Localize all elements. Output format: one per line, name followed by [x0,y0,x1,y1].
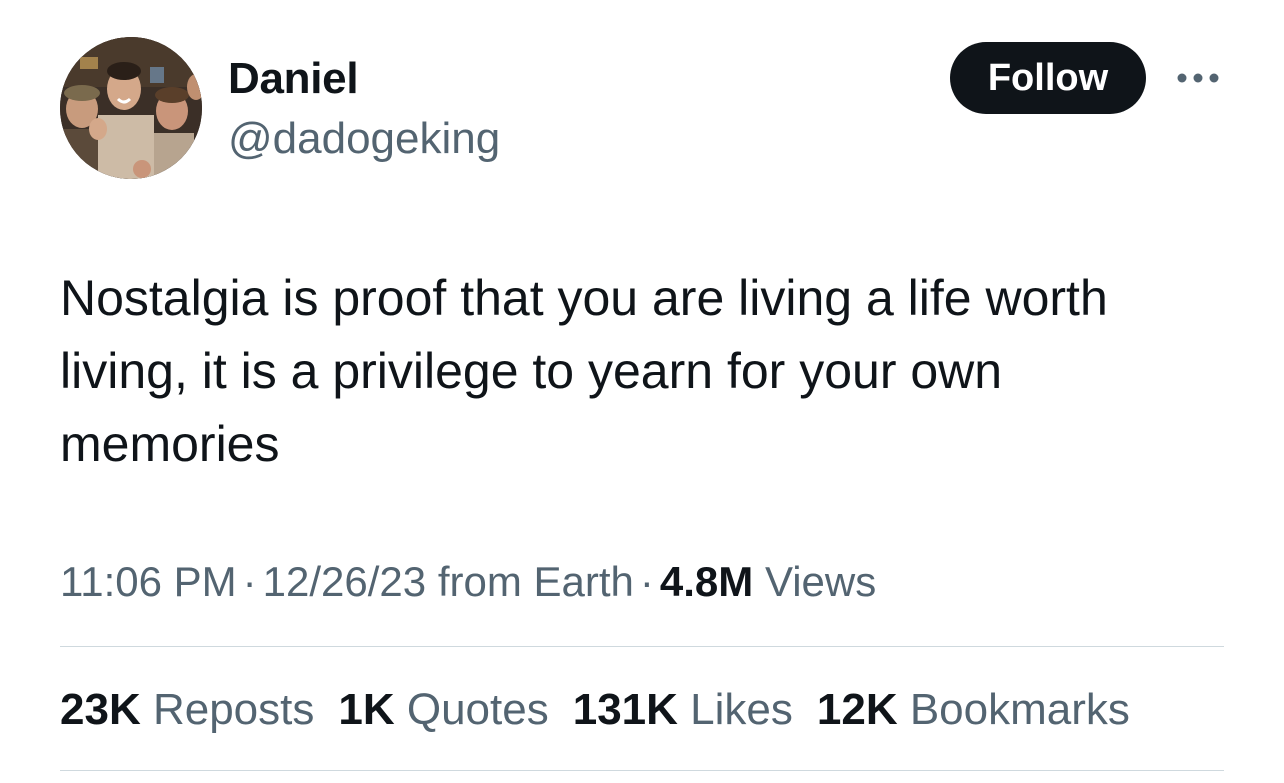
more-options-button[interactable] [1170,58,1226,98]
ellipsis-icon [1177,73,1219,83]
stat-count: 131K [572,685,678,734]
author-name[interactable]: Daniel [228,53,359,105]
stat-count: 23K [60,685,141,734]
stat-reposts[interactable]: 23K Reposts [60,684,314,736]
engagement-stats: 23K Reposts 1K Quotes 131K Likes 12K Boo… [60,684,1154,736]
tweet-source: from Earth [437,558,634,605]
meta-separator: · [639,558,654,605]
stat-bookmarks[interactable]: 12K Bookmarks [817,684,1130,736]
stat-likes[interactable]: 131K Likes [573,684,793,736]
avatar[interactable] [60,37,202,179]
divider [60,646,1224,647]
stat-label: Bookmarks [909,685,1130,734]
views-label: Views [764,558,877,605]
divider [60,770,1224,771]
avatar-photo [60,37,202,179]
stat-quotes[interactable]: 1K Quotes [338,684,548,736]
follow-button[interactable]: Follow [950,42,1146,114]
tweet-time[interactable]: 11:06 PM [60,558,237,605]
stat-count: 12K [816,685,898,734]
tweet-text: Nostalgia is proof that you are living a… [60,270,1108,472]
views-count: 4.8M [659,558,754,605]
tweet-meta: 11:06 PM · 12/26/23 from Earth · 4.8M Views [60,556,876,608]
stat-count: 1K [338,685,395,734]
stat-label: Likes [690,685,793,734]
stat-label: Quotes [406,685,549,734]
stat-label: Reposts [152,685,315,734]
author-handle[interactable]: @dadogeking [228,113,500,165]
tweet-card: Daniel @dadogeking Follow Nostalgia is p… [0,0,1284,783]
tweet-date[interactable]: 12/26/23 [263,558,427,605]
meta-separator: · [242,558,257,605]
